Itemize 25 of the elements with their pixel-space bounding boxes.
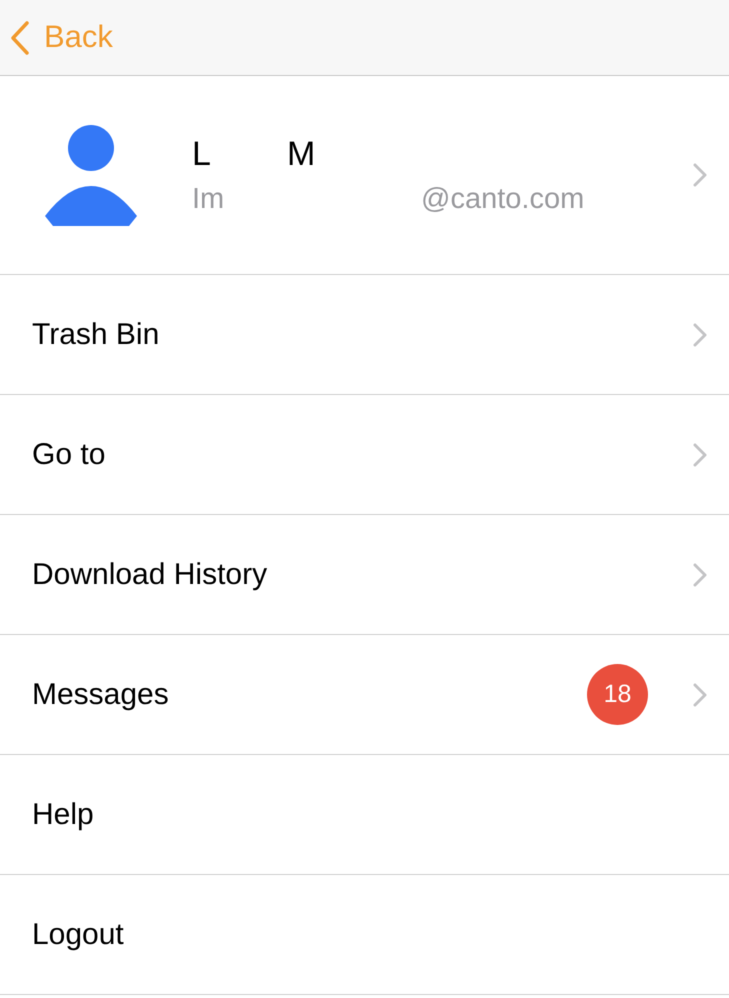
user-email: @canto.com — [421, 184, 584, 214]
user-avatar-icon — [45, 124, 137, 226]
menu-item[interactable]: Go to — [0, 395, 729, 515]
chevron-right-icon — [693, 163, 707, 187]
chevron-right-icon — [693, 442, 707, 466]
menu-item-label: Go to — [32, 437, 106, 473]
menu-item-label: Help — [32, 797, 95, 833]
menu-item-label: Download History — [32, 557, 268, 593]
user-email: Im — [192, 184, 226, 214]
chevron-right-icon — [693, 562, 707, 586]
unread-count-badge: 18 — [587, 664, 648, 725]
chevron-right-icon — [693, 322, 707, 346]
menu-item[interactable]: Download History — [0, 515, 729, 635]
menu-item[interactable]: Logout — [0, 875, 729, 995]
menu-item[interactable]: Messages 18 — [0, 635, 729, 755]
profile-row[interactable]: L M Im @canto.com — [0, 76, 729, 275]
user-name: M — [287, 136, 316, 170]
menu-item[interactable]: Trash Bin — [0, 275, 729, 395]
menu-item-label: Logout — [32, 917, 125, 953]
chevron-right-icon — [693, 682, 707, 706]
menu-item-label: Trash Bin — [32, 317, 160, 353]
menu-item-label: Messages — [32, 677, 170, 713]
user-name: L — [192, 136, 212, 170]
menu-item[interactable]: Help — [0, 755, 729, 875]
chevron-left-icon — [10, 20, 30, 56]
